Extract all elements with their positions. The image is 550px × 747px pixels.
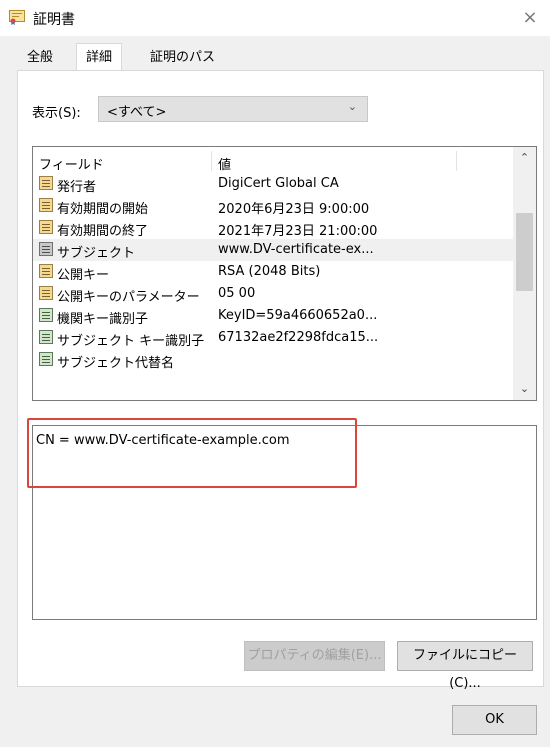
- extension-icon: [39, 308, 53, 322]
- field-value: www.DV-certificate-ex...: [218, 242, 374, 257]
- show-select[interactable]: <すべて> ⌄: [98, 96, 368, 122]
- field-list-scrollbar[interactable]: ⌃ ⌄: [513, 147, 536, 400]
- title-bar: 証明書 ×: [0, 0, 550, 36]
- certificate-field-icon: [39, 264, 53, 278]
- tab-general[interactable]: 全般: [18, 45, 62, 70]
- field-list-header: フィールド 値: [33, 149, 513, 173]
- column-divider[interactable]: [456, 151, 457, 171]
- field-name: 有効期間の開始: [57, 202, 149, 217]
- field-name: 発行者: [57, 180, 97, 195]
- field-value: 05 00: [218, 286, 256, 301]
- column-header-value[interactable]: 値: [218, 154, 231, 173]
- window-title: 証明書: [33, 12, 75, 28]
- certificate-icon: [9, 10, 25, 25]
- show-select-value: <すべて>: [107, 105, 167, 120]
- field-row[interactable]: 発行者 DigiCert Global CA: [33, 173, 513, 195]
- tab-certification-path[interactable]: 証明のパス: [141, 45, 224, 70]
- field-name: サブジェクト代替名: [57, 356, 175, 371]
- scroll-up-button[interactable]: ⌃: [513, 147, 536, 169]
- field-value: KeyID=59a4660652a0...: [218, 308, 378, 323]
- field-name: 公開キーのパラメーター: [57, 290, 200, 305]
- column-header-field[interactable]: フィールド: [39, 154, 104, 173]
- tab-details[interactable]: 詳細: [76, 43, 123, 72]
- field-value: 2021年7月23日 21:00:00: [218, 224, 378, 239]
- show-label: 表示(S):: [32, 106, 81, 121]
- field-value: 2020年6月23日 9:00:00: [218, 202, 370, 217]
- certificate-field-icon: [39, 286, 53, 300]
- chevron-up-icon: ⌃: [519, 151, 530, 164]
- chevron-down-icon: ⌄: [519, 382, 530, 395]
- certificate-field-icon: [39, 220, 53, 234]
- field-list[interactable]: フィールド 値 発行者 DigiCert Global CA 有効期間の開始 2…: [32, 146, 537, 401]
- certificate-field-icon: [39, 198, 53, 212]
- extension-icon: [39, 330, 53, 344]
- certificate-field-icon: [39, 176, 53, 190]
- field-row-selected[interactable]: サブジェクト www.DV-certificate-ex...: [33, 239, 513, 261]
- field-row[interactable]: サブジェクト代替名: [33, 349, 513, 371]
- close-button[interactable]: ×: [518, 6, 542, 30]
- field-row[interactable]: サブジェクト キー識別子 67132ae2f2298fdca15...: [33, 327, 513, 349]
- column-divider[interactable]: [211, 151, 212, 171]
- ok-button[interactable]: OK: [452, 705, 537, 735]
- field-value: DigiCert Global CA: [218, 176, 339, 191]
- field-value: 67132ae2f2298fdca15...: [218, 330, 379, 345]
- field-name: 機関キー識別子: [57, 312, 149, 327]
- certificate-field-icon: [39, 242, 53, 256]
- field-row[interactable]: 機関キー識別子 KeyID=59a4660652a0...: [33, 305, 513, 327]
- extension-icon: [39, 352, 53, 366]
- field-name: サブジェクト: [57, 246, 136, 261]
- scrollbar-thumb[interactable]: [516, 213, 533, 291]
- field-row[interactable]: 公開キー RSA (2048 Bits): [33, 261, 513, 283]
- field-name: 有効期間の終了: [57, 224, 149, 239]
- field-row[interactable]: 有効期間の開始 2020年6月23日 9:00:00: [33, 195, 513, 217]
- scroll-down-button[interactable]: ⌄: [513, 378, 536, 400]
- field-row[interactable]: 有効期間の終了 2021年7月23日 21:00:00: [33, 217, 513, 239]
- field-row[interactable]: 公開キーのパラメーター 05 00: [33, 283, 513, 305]
- field-name: 公開キー: [57, 268, 110, 283]
- field-name: サブジェクト キー識別子: [57, 334, 205, 349]
- copy-to-file-button[interactable]: ファイルにコピー(C)...: [397, 641, 533, 691]
- field-value: RSA (2048 Bits): [218, 264, 321, 279]
- edit-properties-button[interactable]: プロパティの編集(E)...: [244, 641, 385, 671]
- chevron-down-icon: ⌄: [347, 100, 357, 113]
- highlight-annotation: [27, 418, 357, 488]
- close-icon: ×: [522, 7, 538, 28]
